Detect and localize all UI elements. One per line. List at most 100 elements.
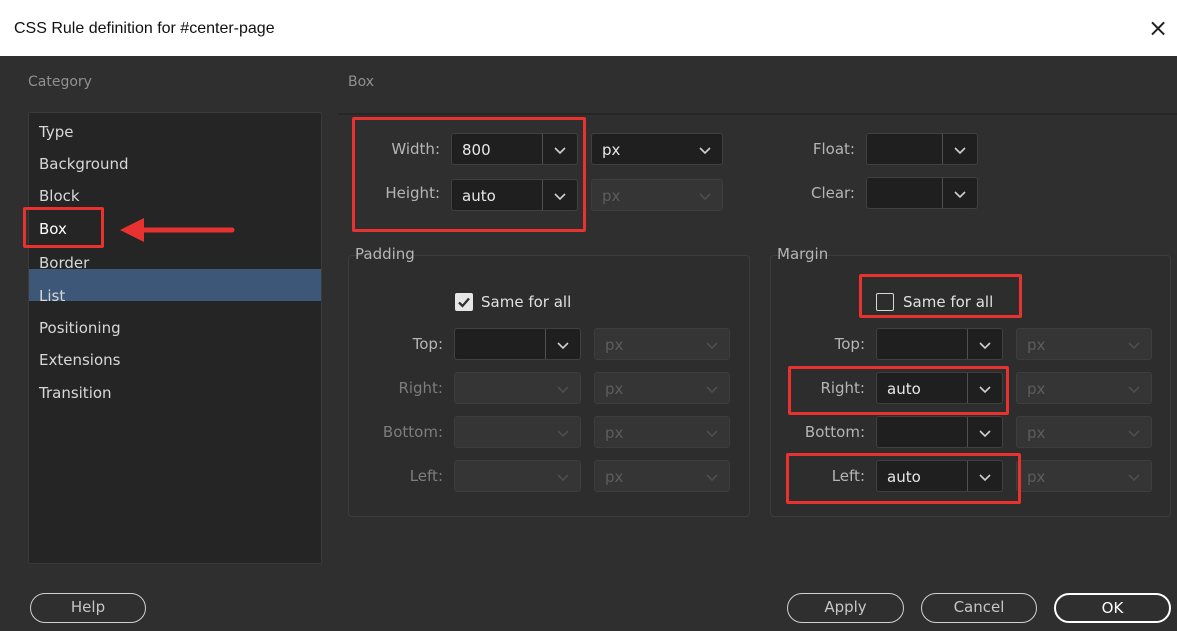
help-button[interactable]: Help <box>30 593 146 623</box>
padding-left-unit: px <box>605 468 624 486</box>
chevron-down-icon <box>1126 381 1142 397</box>
check-icon <box>458 297 470 308</box>
chevron-down-icon <box>555 469 571 485</box>
margin-bottom-unit-select[interactable]: px <box>1016 416 1152 448</box>
category-item-extensions[interactable]: Extensions <box>39 348 120 372</box>
margin-left-unit: px <box>1027 468 1046 486</box>
chevron-down-icon <box>952 142 968 158</box>
chevron-down-icon <box>1126 469 1142 485</box>
padding-top-label: Top: <box>412 335 443 353</box>
padding-bottom-unit: px <box>605 424 624 442</box>
height-value: auto <box>462 187 496 205</box>
annotation-arrow-icon <box>120 218 235 242</box>
margin-title: Margin <box>777 245 829 263</box>
margin-left-label: Left: <box>831 467 865 485</box>
dialog-body: Category Type Background Block Box Borde… <box>0 56 1177 631</box>
float-label: Float: <box>812 140 855 158</box>
clear-select[interactable] <box>866 177 978 209</box>
chevron-down-icon <box>977 381 993 397</box>
category-heading: Category <box>28 74 92 90</box>
padding-top-select[interactable] <box>454 328 581 360</box>
margin-bottom-unit: px <box>1027 424 1046 442</box>
margin-top-label: Top: <box>834 335 865 353</box>
margin-bottom-label: Bottom: <box>804 423 865 441</box>
padding-bottom-select[interactable] <box>454 416 581 448</box>
padding-bottom-label: Bottom: <box>382 423 443 441</box>
apply-button[interactable]: Apply <box>787 593 904 623</box>
chevron-down-icon <box>977 425 993 441</box>
chevron-down-icon <box>1126 337 1142 353</box>
chevron-down-icon <box>704 469 720 485</box>
margin-same-checkbox[interactable] <box>876 293 894 311</box>
margin-right-unit-select[interactable]: px <box>1016 372 1152 404</box>
chevron-down-icon <box>697 142 713 158</box>
clear-label: Clear: <box>810 184 855 202</box>
padding-right-unit: px <box>605 380 624 398</box>
margin-right-unit: px <box>1027 380 1046 398</box>
padding-right-label: Right: <box>398 379 443 397</box>
chevron-down-icon <box>552 142 568 158</box>
margin-same-label: Same for all <box>903 293 994 311</box>
margin-top-select[interactable] <box>876 328 1003 360</box>
margin-left-unit-select[interactable]: px <box>1016 460 1152 492</box>
close-icon[interactable]: × <box>1146 14 1170 42</box>
chevron-down-icon <box>555 337 571 353</box>
padding-right-select[interactable] <box>454 372 581 404</box>
category-item-block[interactable]: Block <box>39 184 80 208</box>
padding-left-label: Left: <box>409 467 443 485</box>
width-select[interactable]: 800 <box>451 133 578 165</box>
padding-title: Padding <box>355 245 415 263</box>
margin-top-unit: px <box>1027 336 1046 354</box>
margin-bottom-select[interactable] <box>876 416 1003 448</box>
margin-right-label: Right: <box>820 379 865 397</box>
margin-right-value: auto <box>887 380 921 398</box>
chevron-down-icon <box>952 186 968 202</box>
width-unit-select[interactable]: px <box>591 133 723 165</box>
height-label: Height: <box>385 184 440 202</box>
ok-button[interactable]: OK <box>1054 593 1171 623</box>
category-item-background[interactable]: Background <box>39 152 129 176</box>
padding-right-unit-select[interactable]: px <box>594 372 730 404</box>
width-label: Width: <box>391 140 440 158</box>
chevron-down-icon <box>555 381 571 397</box>
chevron-down-icon <box>977 337 993 353</box>
category-item-list[interactable]: List <box>39 284 65 308</box>
chevron-down-icon <box>1126 425 1142 441</box>
margin-top-unit-select[interactable]: px <box>1016 328 1152 360</box>
height-unit-select[interactable]: px <box>591 179 723 211</box>
margin-right-select[interactable]: auto <box>876 372 1003 404</box>
chevron-down-icon <box>704 337 720 353</box>
dialog-title: CSS Rule definition for #center-page <box>14 20 275 37</box>
category-item-type[interactable]: Type <box>39 120 73 144</box>
category-item-transition[interactable]: Transition <box>39 381 112 405</box>
float-select[interactable] <box>866 133 978 165</box>
margin-left-select[interactable]: auto <box>876 460 1003 492</box>
padding-group: Padding Same for all Top: px Right: px B… <box>348 245 750 517</box>
padding-same-label: Same for all <box>481 293 572 311</box>
padding-left-unit-select[interactable]: px <box>594 460 730 492</box>
padding-left-select[interactable] <box>454 460 581 492</box>
height-unit-value: px <box>602 187 621 205</box>
padding-bottom-unit-select[interactable]: px <box>594 416 730 448</box>
category-list: Type Background Block Box Border List Po… <box>28 112 322 564</box>
cancel-button[interactable]: Cancel <box>921 593 1037 623</box>
box-section-heading: Box <box>348 74 375 90</box>
chevron-down-icon <box>555 425 571 441</box>
chevron-down-icon <box>704 381 720 397</box>
chevron-down-icon <box>697 188 713 204</box>
section-divider <box>338 113 1177 115</box>
padding-top-unit-select[interactable]: px <box>594 328 730 360</box>
category-item-border[interactable]: Border <box>39 251 89 275</box>
category-item-positioning[interactable]: Positioning <box>39 316 121 340</box>
padding-top-unit: px <box>605 336 624 354</box>
width-unit-value: px <box>602 141 621 159</box>
padding-same-checkbox[interactable] <box>455 293 473 311</box>
chevron-down-icon <box>704 425 720 441</box>
margin-group: Margin Same for all Top: px Right: auto … <box>770 245 1171 517</box>
chevron-down-icon <box>977 469 993 485</box>
dialog-titlebar: CSS Rule definition for #center-page × <box>0 0 1177 56</box>
height-select[interactable]: auto <box>451 179 578 211</box>
category-item-box[interactable]: Box <box>39 217 67 241</box>
margin-left-value: auto <box>887 468 921 486</box>
chevron-down-icon <box>552 188 568 204</box>
